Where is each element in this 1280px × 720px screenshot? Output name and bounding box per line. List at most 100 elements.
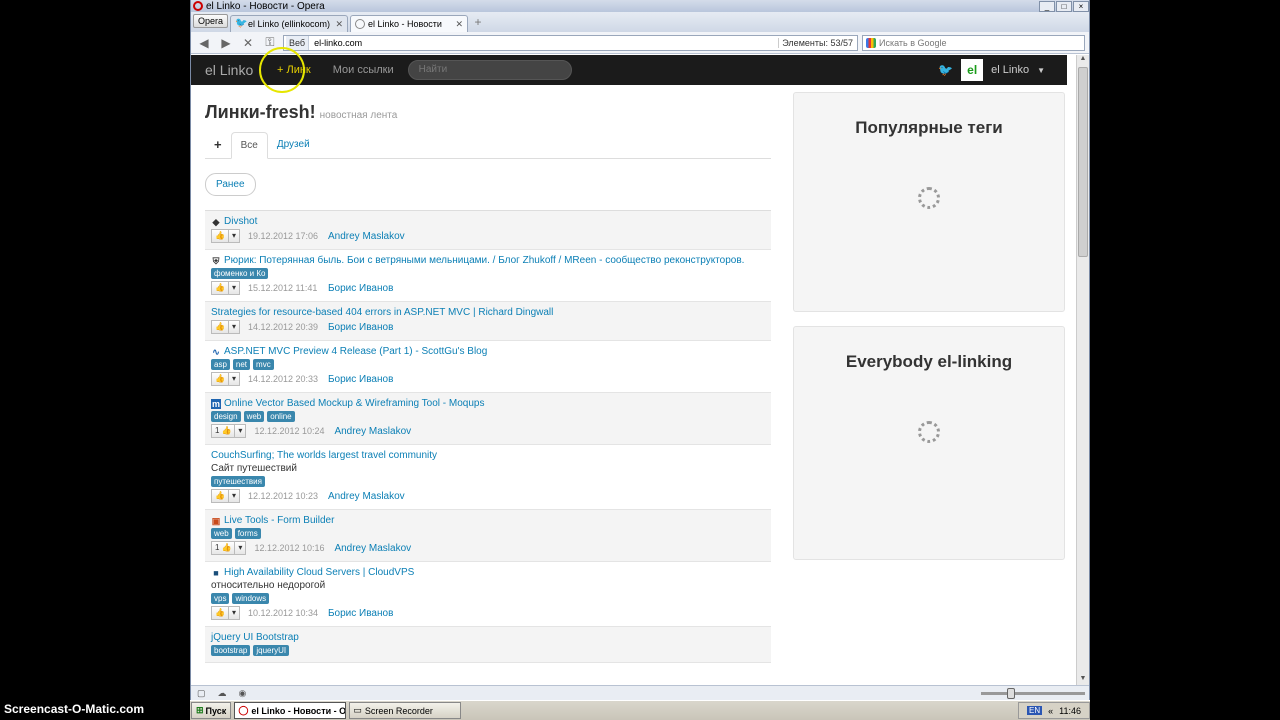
like-button[interactable]: 👍 xyxy=(211,281,229,295)
tray-expand-icon[interactable]: « xyxy=(1048,706,1053,716)
zoom-knob[interactable] xyxy=(1007,687,1015,699)
chevron-down-icon[interactable]: ▾ xyxy=(228,320,240,334)
tag[interactable]: forms xyxy=(234,528,261,539)
item-author[interactable]: Борис Иванов xyxy=(328,322,393,333)
like-button-group: 👍 ▾ xyxy=(211,489,240,503)
item-title-link[interactable]: jQuery UI Bootstrap xyxy=(211,632,765,643)
close-tab-icon[interactable]: ✕ xyxy=(455,19,463,30)
like-button[interactable]: 👍 xyxy=(211,606,229,620)
item-meta: 👍 ▾ 19.12.2012 17:06 Andrey Maslakov xyxy=(211,229,765,243)
item-author[interactable]: Борис Иванов xyxy=(328,374,393,385)
forward-icon[interactable]: ▶ xyxy=(217,36,235,50)
tab-el-linko[interactable]: el Linko - Новости ✕ xyxy=(350,15,469,32)
list-item: ⛨ Рюрик: Потерянная быль. Бои с ветряными… xyxy=(205,250,771,302)
tag[interactable]: jqueryUI xyxy=(253,645,290,656)
item-title-link[interactable]: ∿ ASP.NET MVC Preview 4 Release (Part 1) … xyxy=(211,346,765,357)
item-title-link[interactable]: ■ High Availability Cloud Servers | Cloud… xyxy=(211,567,765,578)
item-title-link[interactable]: m Online Vector Based Mockup & Wireframin… xyxy=(211,398,765,409)
tag[interactable]: online xyxy=(267,411,295,422)
like-button-group: 👍 ▾ xyxy=(211,229,240,243)
tag[interactable]: mvc xyxy=(253,359,274,370)
item-title-link[interactable]: ◆ Divshot xyxy=(211,216,765,227)
chevron-down-icon[interactable]: ▾ xyxy=(228,281,240,295)
item-author[interactable]: Andrey Maslakov xyxy=(328,231,405,242)
tag[interactable]: web xyxy=(243,411,265,422)
tag-list: путешествия xyxy=(211,476,765,487)
scrollbar-thumb[interactable] xyxy=(1078,67,1088,257)
chevron-down-icon[interactable]: ▾ xyxy=(228,372,240,386)
maximize-button[interactable]: □ xyxy=(1056,0,1072,12)
item-title-link[interactable]: Strategies for resource-based 404 errors… xyxy=(211,307,765,318)
cloud-icon[interactable]: ☁ xyxy=(218,688,227,699)
tag[interactable]: bootstrap xyxy=(211,645,251,656)
task-screen-recorder[interactable]: ▭ Screen Recorder xyxy=(349,702,462,719)
tab-strip: Opera 🐦 el Linko (ellinkocom) в Tw... ✕ … xyxy=(191,12,1089,32)
avatar[interactable]: el xyxy=(961,59,984,81)
new-tab-button[interactable]: + xyxy=(470,16,486,30)
tab-add[interactable]: + xyxy=(205,132,231,158)
tag[interactable]: net xyxy=(232,359,251,370)
stop-icon[interactable]: ✕ xyxy=(239,36,257,50)
minimize-button[interactable]: _ xyxy=(1039,0,1055,12)
task-opera[interactable]: ◯ el Linko - Новости - O... xyxy=(234,702,347,719)
close-window-button[interactable]: × xyxy=(1073,0,1089,12)
tab-all[interactable]: Все xyxy=(230,132,268,159)
tag[interactable]: web xyxy=(211,528,232,539)
tag[interactable]: путешествия xyxy=(211,476,265,487)
item-author[interactable]: Andrey Maslakov xyxy=(334,543,411,554)
like-button[interactable]: 👍 xyxy=(211,229,229,243)
item-author[interactable]: Andrey Maslakov xyxy=(334,426,411,437)
close-tab-icon[interactable]: ✕ xyxy=(335,19,343,30)
back-icon[interactable]: ◀ xyxy=(195,36,213,50)
loading-icon xyxy=(355,19,366,29)
chevron-down-icon[interactable]: ▾ xyxy=(228,229,240,243)
chevron-down-icon[interactable]: ▾ xyxy=(235,541,247,555)
my-links-link[interactable]: Мои ссылки xyxy=(333,64,394,76)
like-button[interactable]: 👍 xyxy=(211,372,229,386)
add-link-button[interactable]: + Линк xyxy=(259,47,311,93)
page-scrollbar[interactable]: ▲ ▼ xyxy=(1076,55,1089,685)
zoom-slider[interactable] xyxy=(981,687,1085,699)
earlier-button[interactable]: Ранее xyxy=(205,173,256,196)
tab-friends[interactable]: Друзей xyxy=(268,132,319,158)
scroll-up-icon[interactable]: ▲ xyxy=(1077,55,1089,65)
chevron-down-icon[interactable]: ▾ xyxy=(228,606,240,620)
tab-twitter[interactable]: 🐦 el Linko (ellinkocom) в Tw... ✕ xyxy=(230,15,349,32)
tag[interactable]: фоменко и Ко xyxy=(211,268,269,279)
url-text[interactable]: el-linko.com xyxy=(309,38,778,48)
item-title-link[interactable]: CouchSurfing; The worlds largest travel … xyxy=(211,450,765,461)
user-menu[interactable]: el Linko xyxy=(991,64,1029,76)
address-bar[interactable]: Веб el-linko.com Элементы: 53/57 xyxy=(283,34,858,51)
like-button[interactable]: 👍 xyxy=(211,320,229,334)
like-count: 1 xyxy=(215,426,220,435)
tag[interactable]: asp xyxy=(211,359,230,370)
main-column: Линки-fresh! новостная лента + Все Друзей… xyxy=(205,85,771,663)
tag[interactable]: vps xyxy=(211,593,230,604)
scroll-down-icon[interactable]: ▼ xyxy=(1077,675,1089,685)
twitter-icon[interactable]: 🐦 xyxy=(938,63,953,77)
tag[interactable]: design xyxy=(211,411,241,422)
item-title-link[interactable]: ▣ Live Tools - Form Builder xyxy=(211,515,765,526)
start-button[interactable]: ⊞ Пуск xyxy=(191,702,232,719)
item-author[interactable]: Борис Иванов xyxy=(328,608,393,619)
like-button[interactable]: 1 👍 xyxy=(211,424,236,438)
like-button[interactable]: 👍 xyxy=(211,489,229,503)
list-item: ∿ ASP.NET MVC Preview 4 Release (Part 1) … xyxy=(205,341,771,393)
site-search-input[interactable]: Найти xyxy=(407,60,572,80)
turbo-icon[interactable]: ◉ xyxy=(239,688,247,699)
item-date: 12.12.2012 10:16 xyxy=(254,543,325,553)
tag-list: asp net mvc xyxy=(211,359,765,370)
chevron-down-icon[interactable]: ▾ xyxy=(228,489,240,503)
tag[interactable]: windows xyxy=(232,593,270,604)
language-indicator[interactable]: EN xyxy=(1027,706,1043,715)
item-author[interactable]: Andrey Maslakov xyxy=(328,491,405,502)
chevron-down-icon[interactable]: ▼ xyxy=(1037,66,1045,75)
chevron-down-icon[interactable]: ▾ xyxy=(235,424,247,438)
item-title-link[interactable]: ⛨ Рюрик: Потерянная быль. Бои с ветряными… xyxy=(211,255,765,266)
opera-menu-button[interactable]: Opera xyxy=(193,14,229,28)
google-search-input[interactable]: Искать в Google xyxy=(862,34,1085,51)
panel-toggle-icon[interactable]: ▢ xyxy=(197,688,206,699)
windows-flag-icon: ⊞ xyxy=(196,705,204,715)
item-author[interactable]: Борис Иванов xyxy=(328,283,393,294)
like-button[interactable]: 1 👍 xyxy=(211,541,236,555)
